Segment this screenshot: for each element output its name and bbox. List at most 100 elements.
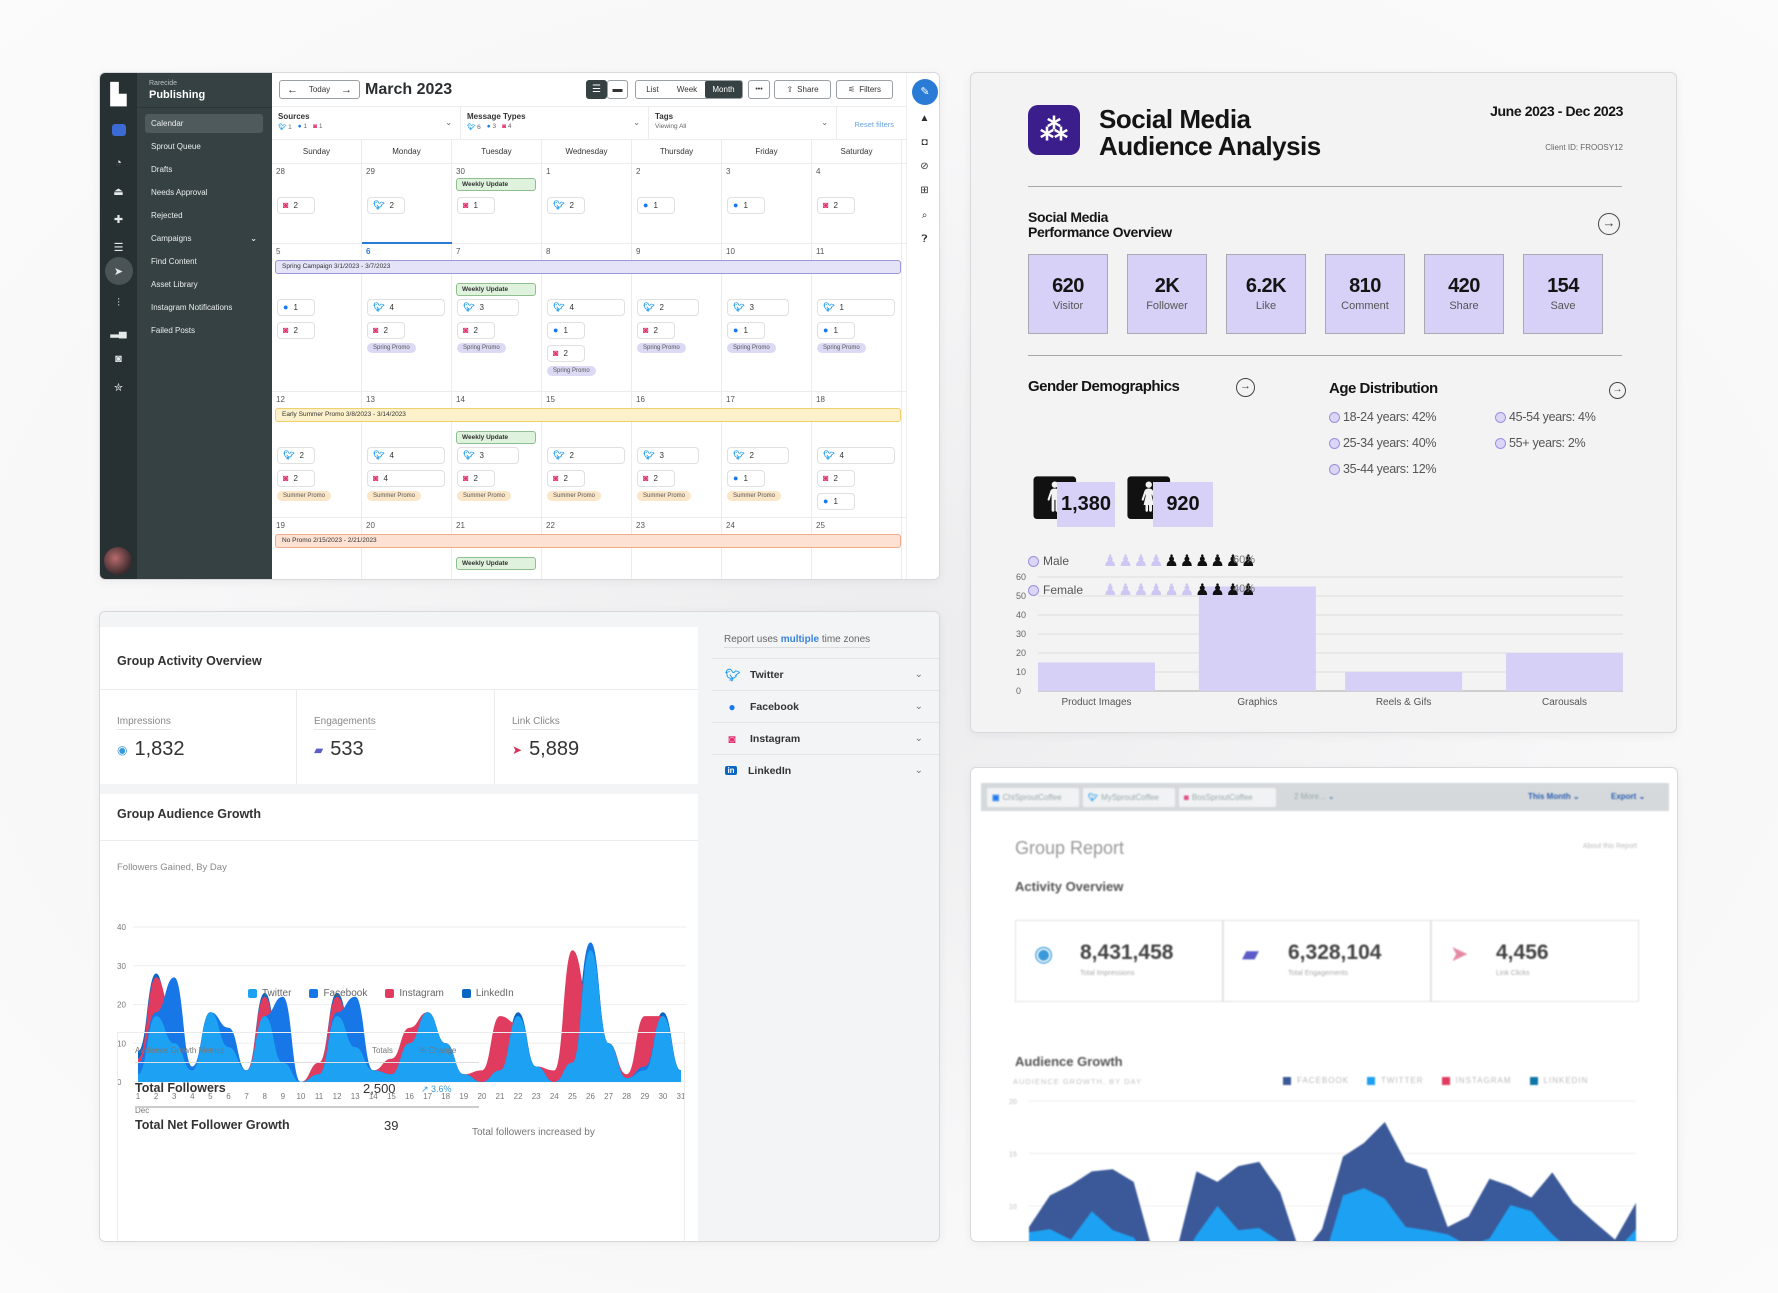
more-profiles-dropdown[interactable]: 2 More... ⌄ [1294,792,1335,801]
weekly-update-event[interactable]: Weekly Update [456,178,536,191]
post-count-chip[interactable]: ◙ 2 [277,470,315,487]
post-count-chip[interactable]: ◙ 2 [457,322,495,339]
bot-icon[interactable]: ◙ [100,347,137,371]
summer-promo-tag[interactable]: Summer Promo [727,491,782,501]
legend-item[interactable]: LINKEDIN [1529,1076,1589,1085]
nav-item[interactable]: Calendar [145,114,263,133]
network-row[interactable]: ● Facebook ⌄ [712,690,939,722]
post-count-chip[interactable]: 🐦︎ 3 [457,447,519,464]
nav-item[interactable]: Instagram Notifications [145,298,263,317]
user-avatar[interactable] [104,547,132,575]
summer-promo-tag[interactable]: Summer Promo [547,491,602,501]
view-week-tab[interactable]: Week [669,85,705,94]
post-count-chip[interactable]: 🐦︎ 2 [547,447,625,464]
search-icon[interactable]: ⌕ [907,210,939,221]
legend-item[interactable]: Instagram [385,988,444,999]
calendar-day[interactable]: 23 [632,518,722,579]
post-count-chip[interactable]: ◙ 2 [547,345,585,362]
calendar-day[interactable]: 25 [812,518,902,579]
post-count-chip[interactable]: ◙ 1 [457,197,495,214]
export-dropdown[interactable]: Export ⌄ [1611,792,1645,801]
sources-filter[interactable]: Sources 🐦︎ 1 ● 1 ◙ 1 ⌄ [272,107,461,140]
nav-item[interactable]: Drafts [145,160,263,179]
date-range-dropdown[interactable]: This Month ⌄ [1528,792,1580,801]
post-count-chip[interactable]: ◙ 2 [817,470,855,487]
post-count-chip[interactable]: 🐦︎ 1 [817,299,895,316]
add-icon[interactable]: ⊞ [907,185,939,196]
reset-filters-link[interactable]: Reset filters [854,120,894,129]
prev-arrow-icon[interactable]: ← [287,84,298,96]
profile-tab[interactable]: 🐦︎ MySproutCoffee [1083,788,1175,807]
post-count-chip[interactable]: ◙ 2 [277,322,315,339]
alert-icon[interactable]: ▲ [907,113,939,124]
weekly-update-event[interactable]: Weekly Update [456,283,536,296]
calendar-day[interactable]: 29 🐦︎ 2 [362,164,452,243]
filters-button[interactable]: ⚟ Filters [836,80,893,99]
summer-promo-tag[interactable]: Summer Promo [277,491,332,501]
calendar-day[interactable]: 20 [362,518,452,579]
post-count-chip[interactable]: ● 1 [277,299,315,316]
chevron-down-icon[interactable]: ⌄ [915,701,923,712]
arrow-right-circle-icon[interactable]: → [1598,213,1620,235]
post-count-chip[interactable]: ◙ 2 [367,322,405,339]
post-count-chip[interactable]: ◙ 2 [277,197,315,214]
chevron-down-icon[interactable]: ⌄ [915,765,923,776]
compact-density-icon[interactable]: ▬ [607,80,628,99]
chevron-down-icon[interactable]: ⌄ [915,669,923,680]
analytics-icon[interactable]: ▂▄ [100,319,137,343]
network-row[interactable]: ◙ Instagram ⌄ [712,722,939,754]
comment-icon[interactable]: ◘ [907,137,939,148]
nav-item[interactable]: Failed Posts [145,321,263,340]
legend-item[interactable]: LinkedIn [461,988,514,999]
calendar-day[interactable]: 30 Weekly Update ◙ 1 [452,164,542,243]
campaign-banner[interactable]: Early Summer Promo 3/8/2023 - 3/14/2023 [275,408,901,422]
spring-promo-tag[interactable]: Spring Promo [367,343,416,353]
campaign-banner[interactable]: Spring Campaign 3/1/2023 - 3/7/2023 [275,260,901,274]
spring-promo-tag[interactable]: Spring Promo [457,343,506,353]
post-count-chip[interactable]: 🐦︎ 4 [817,447,895,464]
inbox-icon[interactable]: ⏏ [100,179,137,203]
calendar-day[interactable]: 24 [722,518,812,579]
about-report-link[interactable]: About this Report [1583,843,1637,850]
legend-item[interactable]: Facebook [309,988,367,999]
nav-item[interactable]: Needs Approval [145,183,263,202]
post-count-chip[interactable]: ● 1 [727,322,765,339]
weekly-update-event[interactable]: Weekly Update [456,431,536,444]
help-icon[interactable]: ❓︎ [907,234,939,245]
post-count-chip[interactable]: 🐦︎ 4 [367,447,445,464]
legend-item[interactable]: FACEBOOK [1283,1076,1349,1085]
post-count-chip[interactable]: 🐦︎ 2 [277,447,315,464]
post-count-chip[interactable]: 🐦︎ 4 [547,299,625,316]
legend-item[interactable]: Twitter [248,988,291,999]
network-row[interactable]: in LinkedIn ⌄ [712,754,939,786]
calendar-day[interactable]: 3 ● 1 [722,164,812,243]
list-icon[interactable]: ☰ [100,235,137,259]
post-count-chip[interactable]: 🐦︎ 2 [637,299,699,316]
publishing-icon[interactable] [100,118,137,142]
campaign-banner[interactable]: No Promo 2/15/2023 - 2/21/2023 [275,534,901,548]
calendar-day[interactable]: 2 ● 1 [632,164,722,243]
calendar-day[interactable]: 28 ◙ 2 [272,164,362,243]
nav-item[interactable]: Find Content [145,252,263,271]
more-button[interactable]: ••• [748,80,770,99]
list-density-icon[interactable]: ☰ [586,80,607,99]
chevron-down-icon[interactable]: ⌄ [915,733,923,744]
spring-promo-tag[interactable]: Spring Promo [727,343,776,353]
nav-item[interactable]: Rejected [145,206,263,225]
summer-promo-tag[interactable]: Summer Promo [367,491,422,501]
calendar-day[interactable]: 21 Weekly Update [452,518,542,579]
arrow-right-circle-icon[interactable]: → [1236,378,1255,397]
post-count-chip[interactable]: ● 1 [817,493,855,510]
timezone-link[interactable]: multiple [781,634,819,645]
weekly-update-event[interactable]: Weekly Update [456,557,536,570]
nav-item[interactable]: Sprout Queue [145,137,263,156]
post-count-chip[interactable]: 🐦︎ 2 [727,447,789,464]
post-count-chip[interactable]: ◙ 2 [637,322,675,339]
post-count-chip[interactable]: ◙ 2 [547,470,585,487]
view-list-tab[interactable]: List [636,85,669,94]
send-icon[interactable]: ➤ [100,257,137,285]
audio-icon[interactable]: ⫶ [100,291,137,315]
spring-promo-tag[interactable]: Spring Promo [547,366,596,376]
post-count-chip[interactable]: ● 1 [727,197,765,214]
post-count-chip[interactable]: 🐦︎ 3 [637,447,699,464]
